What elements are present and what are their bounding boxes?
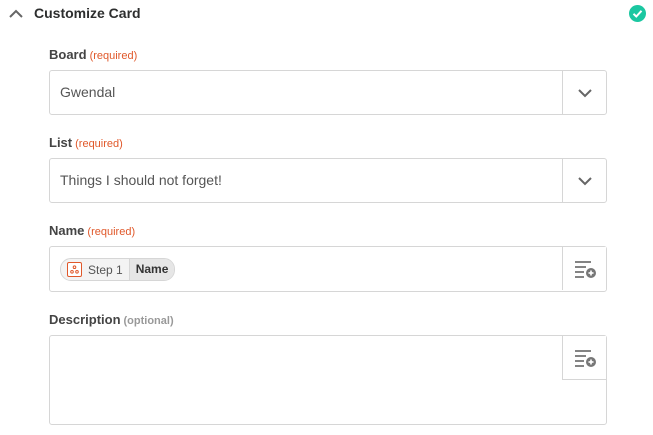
- chevron-down-icon: [577, 88, 592, 97]
- chevron-up-icon[interactable]: [8, 6, 24, 18]
- list-select[interactable]: Things I should not forget!: [49, 158, 607, 203]
- name-field[interactable]: Step 1 Name: [49, 246, 607, 292]
- board-label: Board (required): [49, 47, 137, 64]
- check-circle-icon: [629, 5, 646, 22]
- insert-field-button[interactable]: [562, 336, 606, 380]
- section-header[interactable]: Customize Card: [0, 0, 653, 28]
- list-add-icon: [574, 260, 596, 278]
- board-dropdown-toggle[interactable]: [562, 71, 606, 114]
- insert-field-button[interactable]: [562, 247, 606, 290]
- board-select[interactable]: Gwendal: [49, 70, 607, 115]
- app-step-icon: [67, 262, 82, 277]
- description-label-text: Description: [49, 312, 121, 327]
- required-tag: (required): [89, 50, 138, 62]
- required-tag: (required): [87, 226, 136, 238]
- list-dropdown-toggle[interactable]: [562, 159, 606, 202]
- list-select-value: Things I should not forget!: [60, 172, 222, 188]
- list-label: List (required): [49, 135, 123, 152]
- list-label-text: List: [49, 135, 73, 150]
- description-field[interactable]: [49, 335, 607, 425]
- name-label-text: Name: [49, 223, 85, 238]
- chevron-down-icon: [577, 176, 592, 185]
- token-step-label: Step 1: [88, 262, 123, 277]
- required-tag: (required): [75, 138, 123, 150]
- optional-tag: (optional): [123, 315, 174, 327]
- board-select-value: Gwendal: [60, 84, 116, 100]
- token-field-label: Name: [128, 259, 175, 280]
- description-label: Description (optional): [49, 312, 174, 329]
- name-token-pill[interactable]: Step 1 Name: [60, 258, 176, 281]
- list-add-icon: [574, 349, 596, 367]
- name-label: Name (required): [49, 223, 135, 240]
- board-label-text: Board: [49, 47, 87, 62]
- section-title: Customize Card: [34, 5, 141, 21]
